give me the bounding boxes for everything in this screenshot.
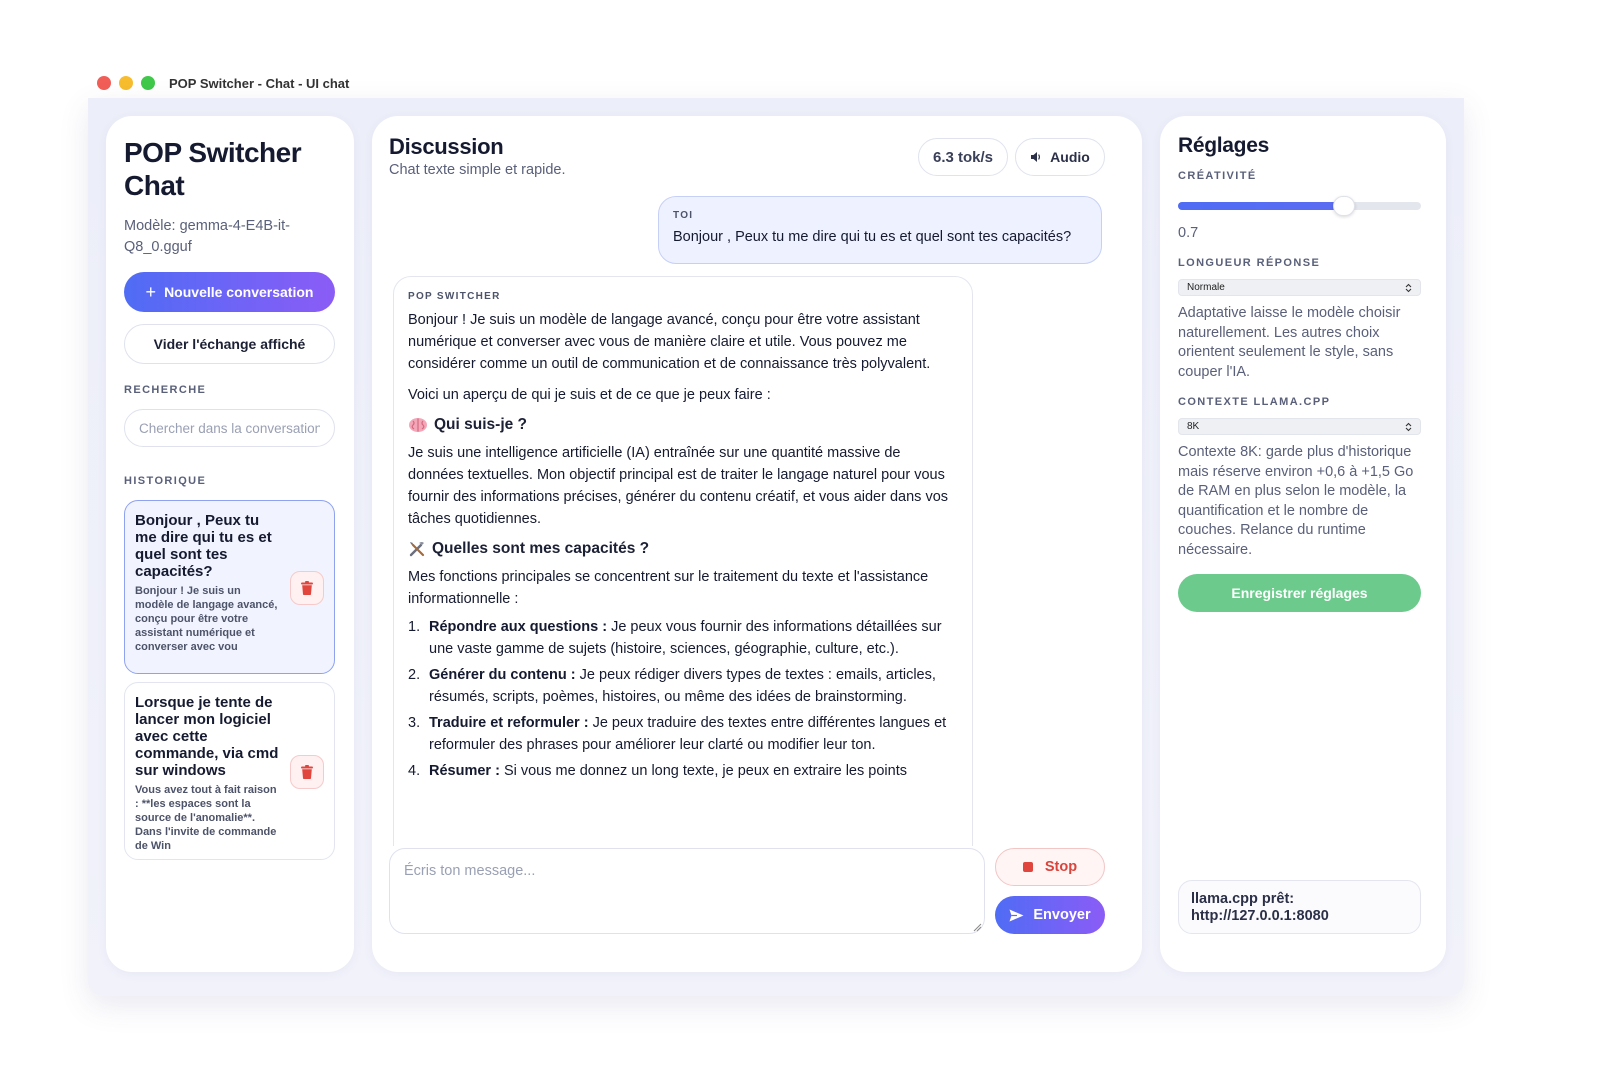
user-message-text: Bonjour , Peux tu me dire qui tu es et q… <box>673 229 1072 245</box>
app-title: POP Switcher Chat <box>124 137 302 201</box>
list-item-bold: Répondre aux questions : <box>429 619 608 635</box>
assistant-message: POP SWITCHER Bonjour ! Je suis un modèle… <box>393 276 973 846</box>
search-label: RECHERCHE <box>124 384 207 396</box>
new-conversation-label: Nouvelle conversation <box>164 284 314 300</box>
list-item-bold: Résumer : <box>429 763 500 779</box>
creativity-slider-thumb[interactable] <box>1333 196 1355 216</box>
speaker-icon <box>1031 152 1041 162</box>
list-item: 1. Répondre aux questions : Je peux vous… <box>408 616 958 660</box>
app-window: POP Switcher - Chat - UI chat POP Switch… <box>88 68 1464 996</box>
context-label: CONTEXTE LLAMA.CPP <box>1178 396 1331 408</box>
send-label: Envoyer <box>1033 907 1091 923</box>
response-length-value: Normale <box>1187 282 1225 293</box>
capabilities-list: 1. Répondre aux questions : Je peux vous… <box>408 616 958 782</box>
response-length-select[interactable]: Normale <box>1178 279 1421 296</box>
window-title: POP Switcher - Chat - UI chat <box>169 75 350 91</box>
response-length-label: LONGUEUR RÉPONSE <box>1178 257 1321 269</box>
message-list[interactable]: TOI Bonjour , Peux tu me dire qui tu es … <box>372 194 1142 846</box>
select-arrows-icon <box>1405 422 1412 431</box>
history-item-active[interactable]: Bonjour , Peux tu me dire qui tu es et q… <box>124 500 335 674</box>
response-length-help: Adaptative laisse le modèle choisir natu… <box>1178 305 1401 380</box>
user-message: TOI Bonjour , Peux tu me dire qui tu es … <box>658 196 1102 264</box>
minimize-window-button[interactable] <box>119 76 133 90</box>
creativity-value: 0.7 <box>1178 225 1199 241</box>
new-conversation-button[interactable]: + Nouvelle conversation <box>124 272 335 312</box>
search-input[interactable] <box>124 409 335 447</box>
list-item-number: 3. <box>408 715 421 731</box>
chat-subtitle: Chat texte simple et rapide. <box>389 162 566 178</box>
assistant-message-label: POP SWITCHER <box>408 291 501 302</box>
stop-icon <box>1022 862 1033 872</box>
list-item: 3. Traduire et reformuler : Je peux trad… <box>408 712 958 756</box>
assistant-heading-capabilities-text: Quelles sont mes capacités ? <box>432 540 650 557</box>
list-item-number: 1. <box>408 619 421 635</box>
creativity-slider[interactable] <box>1178 196 1421 216</box>
brain-icon <box>409 418 427 432</box>
history-label: HISTORIQUE <box>124 475 207 487</box>
creativity-label: CRÉATIVITÉ <box>1178 170 1257 182</box>
list-item-bold: Générer du contenu : <box>429 667 576 683</box>
assistant-paragraph-capabilities: Mes fonctions principales se concentrent… <box>408 569 929 607</box>
context-value: 8K <box>1187 421 1200 432</box>
send-button[interactable]: Envoyer <box>995 896 1105 934</box>
token-rate-badge: 6.3 tok/s <box>918 138 1008 176</box>
delete-history-button[interactable] <box>290 755 324 789</box>
stop-button[interactable]: Stop <box>995 848 1105 886</box>
history-item-preview: Bonjour ! Je suis un modèle de langage a… <box>135 585 278 653</box>
audio-button[interactable]: Audio <box>1015 138 1105 176</box>
send-icon <box>1009 909 1024 921</box>
list-item-text: Si vous me donnez un long texte, je peux… <box>499 763 907 779</box>
creativity-slider-fill <box>1178 202 1344 210</box>
list-item-number: 4. <box>408 763 421 779</box>
list-item: 2. Générer du contenu : Je peux rédiger … <box>408 664 958 708</box>
maximize-window-button[interactable] <box>141 76 155 90</box>
settings-panel: Réglages CRÉATIVITÉ 0.7 LONGUEUR RÉPONSE… <box>1160 116 1446 972</box>
runtime-status: llama.cpp prêt: http://127.0.0.1:8080 <box>1178 880 1421 934</box>
clear-exchange-button[interactable]: Vider l'échange affiché <box>124 324 335 364</box>
stop-label: Stop <box>1044 859 1078 875</box>
select-arrows-icon <box>1405 283 1412 292</box>
app-body: POP Switcher Chat Modèle: gemma-4-E4B-it… <box>88 98 1464 996</box>
tools-icon <box>409 542 425 557</box>
assistant-overview: Voici un aperçu de qui je suis et de ce … <box>408 387 771 403</box>
chat-panel: Discussion Chat texte simple et rapide. … <box>372 116 1142 972</box>
context-select[interactable]: 8K <box>1178 418 1421 435</box>
history-item[interactable]: Lorsque je tente de lancer mon logiciel … <box>124 682 335 860</box>
plus-icon: + <box>145 282 157 302</box>
list-item: 4. Résumer : Si vous me donnez un long t… <box>408 760 958 782</box>
history-item-title: Bonjour , Peux tu me dire qui tu es et q… <box>135 512 272 580</box>
save-settings-button[interactable]: Enregistrer réglages <box>1178 574 1421 612</box>
delete-history-button[interactable] <box>290 571 324 605</box>
trash-icon <box>301 581 313 595</box>
assistant-heading-who: Qui suis-je ? <box>408 414 958 436</box>
assistant-paragraph-who: Je suis une intelligence artificielle (I… <box>408 445 949 527</box>
assistant-intro: Bonjour ! Je suis un modèle de langage a… <box>408 312 931 372</box>
settings-title: Réglages <box>1178 134 1269 157</box>
context-help: Contexte 8K: garde plus d'historique mai… <box>1178 444 1414 558</box>
resize-handle-icon[interactable] <box>972 922 982 932</box>
message-input[interactable] <box>389 848 985 934</box>
history-item-preview: Vous avez tout à fait raison : **les esp… <box>135 784 277 852</box>
audio-label: Audio <box>1050 149 1090 165</box>
model-label: Modèle: gemma-4-E4B-it-Q8_0.gguf <box>124 218 290 255</box>
assistant-heading-capabilities: Quelles sont mes capacités ? <box>408 538 958 560</box>
user-message-label: TOI <box>673 210 694 221</box>
close-window-button[interactable] <box>97 76 111 90</box>
sidebar: POP Switcher Chat Modèle: gemma-4-E4B-it… <box>106 116 354 972</box>
chat-header: Discussion Chat texte simple et rapide. <box>389 134 566 178</box>
list-item-bold: Traduire et reformuler : <box>429 715 589 731</box>
history-item-title: Lorsque je tente de lancer mon logiciel … <box>135 694 279 779</box>
trash-icon <box>301 765 313 779</box>
title-bar: POP Switcher - Chat - UI chat <box>88 68 1464 98</box>
list-item-number: 2. <box>408 667 421 683</box>
assistant-heading-who-text: Qui suis-je ? <box>434 416 528 433</box>
chat-title: Discussion <box>389 134 504 159</box>
